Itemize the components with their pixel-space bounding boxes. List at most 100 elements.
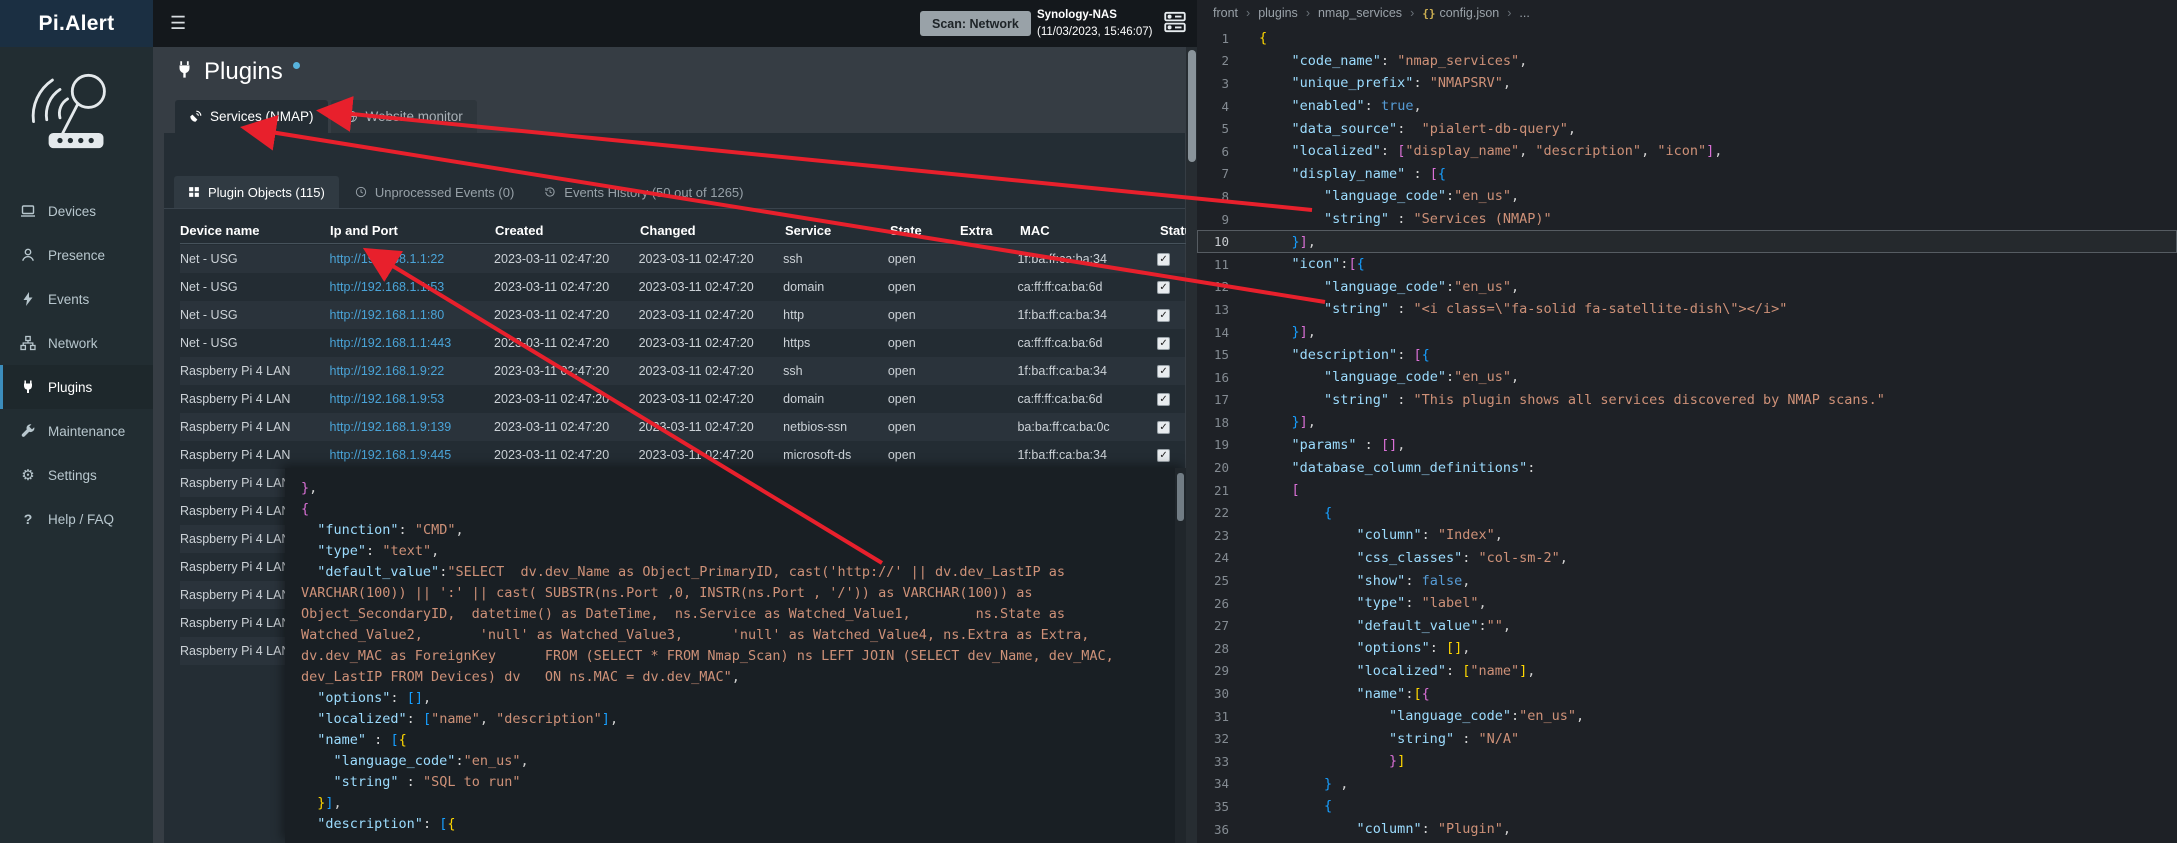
events-icon	[19, 291, 37, 307]
cell-state: open	[888, 420, 958, 434]
line-number: 6	[1197, 144, 1245, 159]
tab-services-nmap[interactable]: Services (NMAP)	[175, 100, 328, 133]
cell-ip[interactable]: http://192.168.1.9:53	[330, 392, 495, 406]
sidebar-item-label: Events	[48, 292, 89, 307]
line-number: 19	[1197, 437, 1245, 452]
breadcrumb-item-plugins[interactable]: plugins	[1258, 6, 1298, 20]
cell-device: Raspberry Pi 4 LAN	[180, 364, 330, 378]
table-row[interactable]: Net - USGhttp://192.168.1.1:222023-03-11…	[180, 245, 1185, 273]
app-scrollbar[interactable]	[1186, 47, 1197, 843]
sidebar-item-help-faq[interactable]: ?Help / FAQ	[0, 497, 153, 541]
cell-ip[interactable]: http://192.168.1.1:53	[330, 280, 495, 294]
status-checkbox[interactable]: ✓	[1157, 421, 1170, 434]
column-header-changed[interactable]: Changed	[640, 223, 785, 238]
table-row[interactable]: Raspberry Pi 4 LANhttp://192.168.1.9:445…	[180, 441, 1185, 469]
status-checkbox[interactable]: ✓	[1157, 449, 1170, 462]
overlay-code-line: "description": [{	[301, 814, 1170, 835]
breadcrumb-item-front[interactable]: front	[1213, 6, 1238, 20]
sidebar-toggle-icon[interactable]: ☰	[170, 0, 186, 47]
cell-ip[interactable]: http://192.168.1.1:443	[330, 336, 495, 350]
column-header-mac[interactable]: MAC	[1020, 223, 1160, 238]
table-row[interactable]: Raspberry Pi 4 LANhttp://192.168.1.9:139…	[180, 413, 1185, 441]
table-row[interactable]: Raspberry Pi 4 LANhttp://192.168.1.9:22 2…	[180, 357, 1185, 385]
sidebar-item-devices[interactable]: Devices	[0, 189, 153, 233]
sidebar-item-events[interactable]: Events	[0, 277, 153, 321]
line-number: 13	[1197, 302, 1245, 317]
cell-changed: 2023-03-11 02:47:20	[639, 364, 784, 378]
overlay-code-line: "default_value":"SELECT dv.dev_Name as O…	[301, 562, 1170, 688]
line-number: 28	[1197, 641, 1245, 656]
cell-device: Net - USG	[180, 252, 330, 266]
top-navbar: Pi.Alert ☰ Scan: Network Synology-NAS (1…	[0, 0, 1197, 47]
line-number: 14	[1197, 325, 1245, 340]
subtab-plugin-objects-115[interactable]: Plugin Objects (115)	[174, 176, 339, 208]
editor-code-area[interactable]: 1{2 "code_name": "nmap_services",3 "uniq…	[1197, 27, 2177, 840]
cell-ip[interactable]: http://192.168.1.9:445	[330, 448, 495, 462]
table-row[interactable]: Net - USGhttp://192.168.1.1:532023-03-11…	[180, 273, 1185, 301]
cell-state: open	[888, 280, 958, 294]
column-header-extra[interactable]: Extra	[960, 223, 1020, 238]
cell-ip[interactable]: http://192.168.1.9:22	[330, 364, 495, 378]
breadcrumb-item-nmap-services[interactable]: nmap_services	[1318, 6, 1402, 20]
line-number: 2	[1197, 53, 1245, 68]
app-scrollbar-thumb[interactable]	[1188, 50, 1196, 162]
table-row[interactable]: Net - USGhttp://192.168.1.1:802023-03-11…	[180, 301, 1185, 329]
cell-device: Raspberry Pi 4 LAN	[180, 448, 330, 462]
overlay-scrollbar[interactable]	[1175, 468, 1186, 843]
status-checkbox[interactable]: ✓	[1157, 253, 1170, 266]
overlay-code-editor[interactable]: },{ "function": "CMD", "type": "text", "…	[285, 468, 1174, 843]
sidebar-item-presence[interactable]: Presence	[0, 233, 153, 277]
cell-created: 2023-03-11 02:47:20	[494, 308, 639, 322]
cell-ip[interactable]: http://192.168.1.9:139	[330, 420, 495, 434]
sidebar-item-maintenance[interactable]: Maintenance	[0, 409, 153, 453]
sidebar-item-label: Settings	[48, 468, 97, 483]
line-number: 27	[1197, 618, 1245, 633]
column-header-device-name[interactable]: Device name	[180, 223, 330, 238]
sidebar-menu: DevicesPresence Events NetworkPluginsMaint…	[0, 189, 153, 541]
breadcrumb-item-[interactable]: ...	[1519, 6, 1529, 20]
breadcrumb: front›plugins›nmap_services›{}config.jso…	[1213, 0, 1530, 26]
sidebar-item-network[interactable]: Network	[0, 321, 153, 365]
sidebar-item-settings[interactable]: ⚙Settings	[0, 453, 153, 497]
column-header-ip-and-port[interactable]: Ip and Port	[330, 223, 495, 238]
overlay-scrollbar-thumb[interactable]	[1177, 473, 1184, 521]
tab-label: Services (NMAP)	[210, 109, 314, 124]
breadcrumb-separator: ›	[1306, 6, 1310, 20]
table-row[interactable]: Raspberry Pi 4 LANhttp://192.168.1.9:532…	[180, 385, 1185, 413]
subtab-unprocessed-events-0[interactable]: Unprocessed Events (0)	[341, 176, 528, 208]
line-number: 31	[1197, 709, 1245, 724]
column-header-service[interactable]: Service	[785, 223, 890, 238]
column-header-status[interactable]: Status	[1160, 223, 1188, 238]
app-logo[interactable]: Pi.Alert	[0, 0, 153, 47]
cell-mac: ca:ff:ff:ca:ba:6d	[1017, 336, 1157, 350]
cell-ip[interactable]: http://192.168.1.1:22	[330, 252, 495, 266]
tab-label: Website monitor	[366, 109, 463, 124]
cell-created: 2023-03-11 02:47:20	[494, 280, 639, 294]
column-header-state[interactable]: State	[890, 223, 960, 238]
status-checkbox[interactable]: ✓	[1157, 281, 1170, 294]
line-number: 24	[1197, 550, 1245, 565]
status-checkbox[interactable]: ✓	[1157, 309, 1170, 322]
code-line: 32 "string" : "N/A"	[1197, 727, 2177, 750]
line-number: 34	[1197, 776, 1245, 791]
line-number: 12	[1197, 279, 1245, 294]
cell-status: ✓	[1157, 281, 1185, 294]
code-line: 3 "unique_prefix": "NMAPSRV",	[1197, 72, 2177, 95]
devices-icon	[19, 203, 37, 219]
code-line: 5 "data_source": "pialert-db-query",	[1197, 117, 2177, 140]
code-line: 27 "default_value":"",	[1197, 614, 2177, 637]
plugins-icon	[19, 379, 37, 395]
table-row[interactable]: Net - USGhttp://192.168.1.1:4432023-03-1…	[180, 329, 1185, 357]
status-checkbox[interactable]: ✓	[1157, 393, 1170, 406]
overlay-code-line: "language_code":"en_us",	[301, 751, 1170, 772]
subtab-events-history-50-out-of-1265[interactable]: Events History (50 out of 1265)	[530, 176, 757, 208]
sidebar-item-plugins[interactable]: Plugins	[0, 365, 153, 409]
status-checkbox[interactable]: ✓	[1157, 337, 1170, 350]
tab-website-monitor[interactable]: Website monitor	[331, 100, 477, 133]
code-line: 17 "string" : "This plugin shows all ser…	[1197, 389, 2177, 412]
breadcrumb-item-config-json[interactable]: {}config.json	[1422, 6, 1499, 20]
column-header-created[interactable]: Created	[495, 223, 640, 238]
cell-ip[interactable]: http://192.168.1.1:80	[330, 308, 495, 322]
status-checkbox[interactable]: ✓	[1157, 365, 1170, 378]
code-line: 15 "description": [{	[1197, 343, 2177, 366]
